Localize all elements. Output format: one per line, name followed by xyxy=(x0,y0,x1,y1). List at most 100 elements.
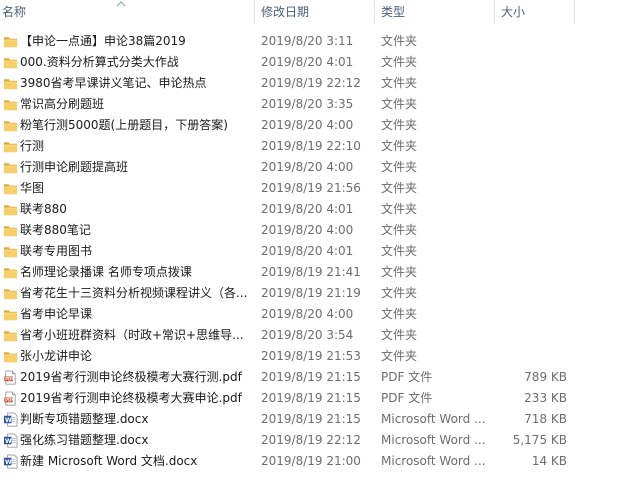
file-type: Microsoft Word ... xyxy=(381,454,486,468)
folder-icon xyxy=(3,223,18,238)
file-name: 【申论一点通】申论38篇2019 xyxy=(20,34,186,48)
folder-icon xyxy=(3,55,18,70)
file-row[interactable]: W 判断专项错题整理.docx 2019/8/19 21:15 Microsoft … xyxy=(0,409,623,430)
sort-up-icon xyxy=(116,1,126,7)
file-date-modified: 2019/8/20 4:00 xyxy=(261,223,354,237)
file-name: 2019省考行测申论终极模考大赛申论.pdf xyxy=(20,391,242,405)
file-size: 789 KB xyxy=(524,370,567,384)
file-name: 省考小班班群资料（时政+常识+思维导... xyxy=(20,328,244,342)
file-type: 文件夹 xyxy=(381,55,418,69)
file-date-modified: 2019/8/20 3:54 xyxy=(261,328,354,342)
folder-icon xyxy=(3,286,18,301)
file-row[interactable]: 省考小班班群资料（时政+常识+思维导... 2019/8/20 3:54 文件夹 xyxy=(0,325,623,346)
file-type: 文件夹 xyxy=(381,223,418,237)
file-row[interactable]: 联考880 2019/8/20 4:01 文件夹 xyxy=(0,199,623,220)
file-row[interactable]: W 新建 Microsoft Word 文档.docx 2019/8/19 21:… xyxy=(0,451,623,472)
file-type: 文件夹 xyxy=(381,265,418,279)
file-name: 000.资料分析算式分类大作战 xyxy=(20,55,179,69)
file-date-modified: 2019/8/19 21:15 xyxy=(261,391,361,405)
file-row[interactable]: 000.资料分析算式分类大作战 2019/8/20 4:01 文件夹 xyxy=(0,52,623,73)
file-date-modified: 2019/8/20 4:01 xyxy=(261,55,354,69)
file-row[interactable]: 华图 2019/8/19 21:56 文件夹 xyxy=(0,178,623,199)
file-row[interactable]: 名师理论录播课 名师专项点拨课 2019/8/19 21:41 文件夹 xyxy=(0,262,623,283)
file-date-modified: 2019/8/19 21:19 xyxy=(261,286,361,300)
svg-text:W: W xyxy=(5,438,12,445)
file-date-modified: 2019/8/20 4:00 xyxy=(261,160,354,174)
file-row[interactable]: 行测 2019/8/19 22:10 文件夹 xyxy=(0,136,623,157)
file-name: 判断专项错题整理.docx xyxy=(20,412,149,426)
folder-icon xyxy=(3,160,18,175)
column-header-type[interactable]: 类型 xyxy=(375,0,495,24)
file-date-modified: 2019/8/20 4:00 xyxy=(261,118,354,132)
file-type: 文件夹 xyxy=(381,307,418,321)
file-name: 华图 xyxy=(20,181,45,195)
file-name: 联考880笔记 xyxy=(20,223,91,237)
file-name: 强化练习错题整理.docx xyxy=(20,433,149,447)
file-name: 新建 Microsoft Word 文档.docx xyxy=(20,454,198,468)
file-row[interactable]: PDF 2019省考行测申论终极模考大赛申论.pdf 2019/8/19 21:1… xyxy=(0,388,623,409)
file-row[interactable]: 行测申论刷题提高班 2019/8/20 4:00 文件夹 xyxy=(0,157,623,178)
file-date-modified: 2019/8/19 21:41 xyxy=(261,265,361,279)
folder-icon xyxy=(3,265,18,280)
svg-text:W: W xyxy=(5,459,12,466)
folder-icon xyxy=(3,34,18,49)
folder-icon xyxy=(3,181,18,196)
file-type: 文件夹 xyxy=(381,244,418,258)
file-date-modified: 2019/8/19 22:12 xyxy=(261,433,361,447)
pdf-icon: PDF xyxy=(3,370,18,385)
folder-icon xyxy=(3,118,18,133)
folder-icon xyxy=(3,349,18,364)
file-type: 文件夹 xyxy=(381,139,418,153)
file-date-modified: 2019/8/19 22:12 xyxy=(261,76,361,90)
column-header-date[interactable]: 修改日期 xyxy=(255,0,375,24)
file-name: 常识高分刷题班 xyxy=(20,97,105,111)
file-type: PDF 文件 xyxy=(381,391,433,405)
file-date-modified: 2019/8/20 4:00 xyxy=(261,307,354,321)
file-type: 文件夹 xyxy=(381,349,418,363)
file-row[interactable]: 省考申论早课 2019/8/20 4:00 文件夹 xyxy=(0,304,623,325)
file-date-modified: 2019/8/19 21:53 xyxy=(261,349,361,363)
file-list: 【申论一点通】申论38篇2019 2019/8/20 3:11 文件夹 000.资料… xyxy=(0,31,623,472)
column-header-name[interactable]: 名称 xyxy=(0,0,255,24)
file-row[interactable]: 粉笔行测5000题(上册题目，下册答案) 2019/8/20 4:00 文件夹 xyxy=(0,115,623,136)
file-size: 233 KB xyxy=(524,391,567,405)
column-header-bar: 名称 修改日期 类型 大小 xyxy=(0,0,623,24)
word-icon: W xyxy=(3,433,18,448)
file-date-modified: 2019/8/19 22:10 xyxy=(261,139,361,153)
file-row[interactable]: 省考花生十三资料分析视频课程讲义（各... 2019/8/19 21:19 文件夹 xyxy=(0,283,623,304)
file-name: 行测 xyxy=(20,139,45,153)
file-date-modified: 2019/8/19 21:15 xyxy=(261,412,361,426)
file-row[interactable]: 张小龙讲申论 2019/8/19 21:53 文件夹 xyxy=(0,346,623,367)
file-date-modified: 2019/8/20 4:01 xyxy=(261,202,354,216)
file-name: 名师理论录播课 名师专项点拨课 xyxy=(20,265,192,279)
file-row[interactable]: PDF 2019省考行测申论终极模考大赛行测.pdf 2019/8/19 21:1… xyxy=(0,367,623,388)
file-name: 联考880 xyxy=(20,202,67,216)
file-type: 文件夹 xyxy=(381,160,418,174)
folder-icon xyxy=(3,76,18,91)
file-row[interactable]: 联考专用图书 2019/8/20 4:01 文件夹 xyxy=(0,241,623,262)
column-header-size[interactable]: 大小 xyxy=(495,0,575,24)
file-row[interactable]: 3980省考早课讲义笔记、申论热点 2019/8/19 22:12 文件夹 xyxy=(0,73,623,94)
file-row[interactable]: 联考880笔记 2019/8/20 4:00 文件夹 xyxy=(0,220,623,241)
file-name: 联考专用图书 xyxy=(20,244,93,258)
file-explorer: 名称 修改日期 类型 大小 【申论一点通】申论38篇2019 2019/8/20 … xyxy=(0,0,623,488)
file-date-modified: 2019/8/20 4:01 xyxy=(261,244,354,258)
file-name: 粉笔行测5000题(上册题目，下册答案) xyxy=(20,118,228,132)
file-name: 行测申论刷题提高班 xyxy=(20,160,129,174)
file-name: 省考申论早课 xyxy=(20,307,93,321)
file-row[interactable]: 【申论一点通】申论38篇2019 2019/8/20 3:11 文件夹 xyxy=(0,31,623,52)
file-type: 文件夹 xyxy=(381,286,418,300)
file-size: 5,175 KB xyxy=(512,433,567,447)
folder-icon xyxy=(3,307,18,322)
file-date-modified: 2019/8/20 3:11 xyxy=(261,34,354,48)
file-type: Microsoft Word ... xyxy=(381,433,486,447)
folder-icon xyxy=(3,139,18,154)
file-type: 文件夹 xyxy=(381,202,418,216)
word-icon: W xyxy=(3,412,18,427)
file-date-modified: 2019/8/19 21:00 xyxy=(261,454,361,468)
file-size: 718 KB xyxy=(524,412,567,426)
pdf-icon: PDF xyxy=(3,391,18,406)
file-size: 14 KB xyxy=(531,454,567,468)
file-row[interactable]: 常识高分刷题班 2019/8/20 3:35 文件夹 xyxy=(0,94,623,115)
file-row[interactable]: W 强化练习错题整理.docx 2019/8/19 22:12 Microsoft … xyxy=(0,430,623,451)
